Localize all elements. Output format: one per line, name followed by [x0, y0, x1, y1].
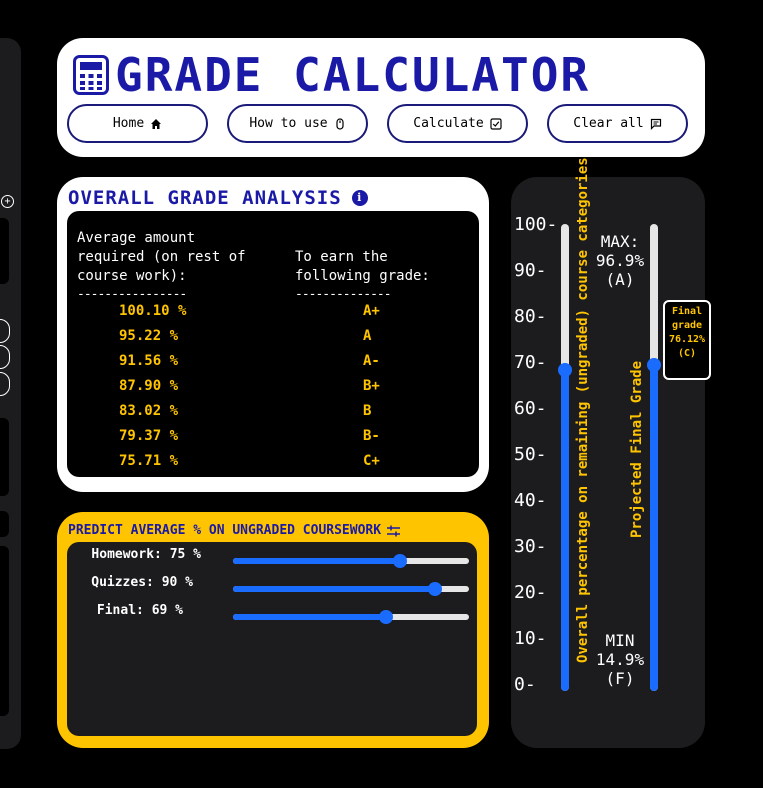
mouse-icon — [336, 117, 344, 130]
info-icon[interactable]: i — [351, 190, 368, 206]
projected-grade-slider — [647, 224, 661, 691]
final-slider[interactable] — [233, 610, 469, 624]
target-grade: A- — [363, 353, 380, 369]
side-toggle-2[interactable] — [0, 345, 10, 369]
gauge-tick-label: 40- — [514, 490, 547, 511]
target-grade: B — [363, 403, 372, 419]
final-slider-thumb[interactable] — [378, 610, 393, 624]
side-input[interactable] — [0, 218, 9, 284]
calculator-icon — [73, 55, 109, 95]
max-letter: (A) — [605, 270, 635, 289]
predict-title-row: PREDICT AVERAGE % ON UNGRADED COURSEWORK — [68, 523, 401, 538]
gauge-tick-label: 20- — [514, 582, 547, 603]
clear-all-button[interactable]: Clear all — [547, 104, 688, 143]
required-header: Average amount required (on rest of cour… — [77, 230, 246, 284]
final-box-grade: (C) — [677, 348, 697, 359]
remaining-percentage-fill — [561, 362, 569, 691]
projected-grade-fill — [650, 357, 658, 691]
final-box-value: 76.12% — [668, 334, 706, 345]
add-icon[interactable]: + — [1, 195, 14, 208]
required-value: 87.90 % — [119, 378, 179, 394]
title-row: GRADE CALCULATOR — [73, 50, 590, 100]
quizzes-slider-fill — [233, 586, 435, 592]
home-icon — [151, 118, 162, 129]
homework-slider-fill — [233, 558, 400, 564]
min-label: MIN — [605, 631, 635, 650]
max-grade: MAX: 96.9% (A) — [593, 232, 647, 289]
final-label: Final: 69 % — [96, 603, 183, 618]
analysis-title: OVERALL GRADE ANALYSIS — [68, 187, 342, 209]
predict-title: PREDICT AVERAGE % ON UNGRADED COURSEWORK — [68, 523, 382, 538]
gauge-tick-label: 0- — [514, 674, 536, 695]
comment-icon — [650, 118, 661, 130]
page-title: GRADE CALCULATOR — [115, 48, 591, 102]
min-letter: (F) — [605, 669, 635, 688]
target-grade: B+ — [363, 378, 380, 394]
checkbox-icon — [490, 117, 502, 130]
max-value: 96.9% — [595, 251, 645, 270]
required-value: 95.22 % — [119, 328, 179, 344]
quizzes-slider[interactable] — [233, 582, 469, 596]
target-grade: A+ — [363, 303, 380, 319]
gauge-tick-label: 70- — [514, 352, 547, 373]
homework-slider-thumb[interactable] — [392, 554, 407, 568]
target-grade: A — [363, 328, 372, 344]
final-slider-fill — [233, 614, 386, 620]
quizzes-slider-thumb[interactable] — [427, 582, 442, 596]
grade-analysis-card: OVERALL GRADE ANALYSIS i Average amount … — [57, 177, 489, 492]
remaining-percentage-thumb[interactable] — [558, 362, 572, 377]
projected-grade-thumb — [647, 357, 661, 372]
gauge-tick-label: 50- — [514, 444, 547, 465]
predict-card: PREDICT AVERAGE % ON UNGRADED COURSEWORK… — [57, 512, 489, 748]
sliders-icon — [387, 525, 401, 536]
gauge-tick-label: 10- — [514, 628, 547, 649]
required-value: 91.56 % — [119, 353, 179, 369]
required-value: 79.37 % — [119, 428, 179, 444]
gauge-tick-label: 90- — [514, 260, 547, 281]
min-value: 14.9% — [595, 650, 645, 669]
predict-sliders: Homework: 75 % Quizzes: 90 % Final: 69 % — [67, 542, 477, 736]
how-to-use-button[interactable]: How to use — [227, 104, 368, 143]
grade-header: To earn the following grade: — [295, 249, 430, 284]
final-box-line1: Final — [671, 306, 703, 317]
quizzes-label: Quizzes: 90 % — [91, 575, 193, 590]
final-box-line2: grade — [671, 320, 703, 331]
min-grade: MIN 14.9% (F) — [591, 631, 649, 688]
target-grade: C+ — [363, 453, 380, 469]
grade-gauge-panel: 100- 90- 80- 70- 60- 50- 40- 30- 20- 10- 0- Overal… — [511, 157, 705, 748]
analysis-title-row: OVERALL GRADE ANALYSIS i — [68, 187, 368, 209]
homework-label: Homework: 75 % — [91, 547, 201, 562]
side-area-2 — [0, 511, 9, 537]
calculate-label: Calculate — [413, 116, 484, 131]
required-value: 75.71 % — [119, 453, 179, 469]
how-to-use-label: How to use — [249, 116, 328, 131]
final-grade-tooltip: Final grade 76.12% (C) — [663, 300, 711, 380]
side-area-3 — [0, 546, 9, 716]
homework-slider[interactable] — [233, 554, 469, 568]
side-toggle-3[interactable] — [0, 372, 10, 396]
gauge-tick-label: 100- — [514, 214, 558, 235]
target-grade: B- — [363, 428, 380, 444]
required-value: 100.10 % — [119, 303, 187, 319]
gauge-tick-label: 60- — [514, 398, 547, 419]
gauge-tick-label: 80- — [514, 306, 547, 327]
side-panel: + — [0, 38, 21, 749]
home-button[interactable]: Home — [67, 104, 208, 143]
remaining-percentage-slider[interactable] — [558, 224, 572, 691]
projected-grade-label: Projected Final Grade — [629, 360, 645, 538]
nav-bar: Home How to use Calculate Clear all — [67, 104, 688, 143]
grade-divider: -------------- — [295, 287, 392, 302]
home-button-label: Home — [112, 116, 145, 131]
calculate-button[interactable]: Calculate — [387, 104, 528, 143]
side-area-1 — [0, 418, 9, 496]
required-value: 83.02 % — [119, 403, 179, 419]
clear-all-label: Clear all — [573, 116, 644, 131]
header-card: GRADE CALCULATOR Home How to use Calcula… — [57, 38, 705, 157]
remaining-percentage-label: Overall percentage on remaining (ungrade… — [575, 157, 591, 663]
side-toggle-1[interactable] — [0, 319, 10, 343]
gauge-tick-label: 30- — [514, 536, 547, 557]
required-divider: ---------------- — [77, 287, 187, 302]
max-label: MAX: — [600, 232, 640, 251]
analysis-table: Average amount required (on rest of cour… — [67, 211, 479, 477]
